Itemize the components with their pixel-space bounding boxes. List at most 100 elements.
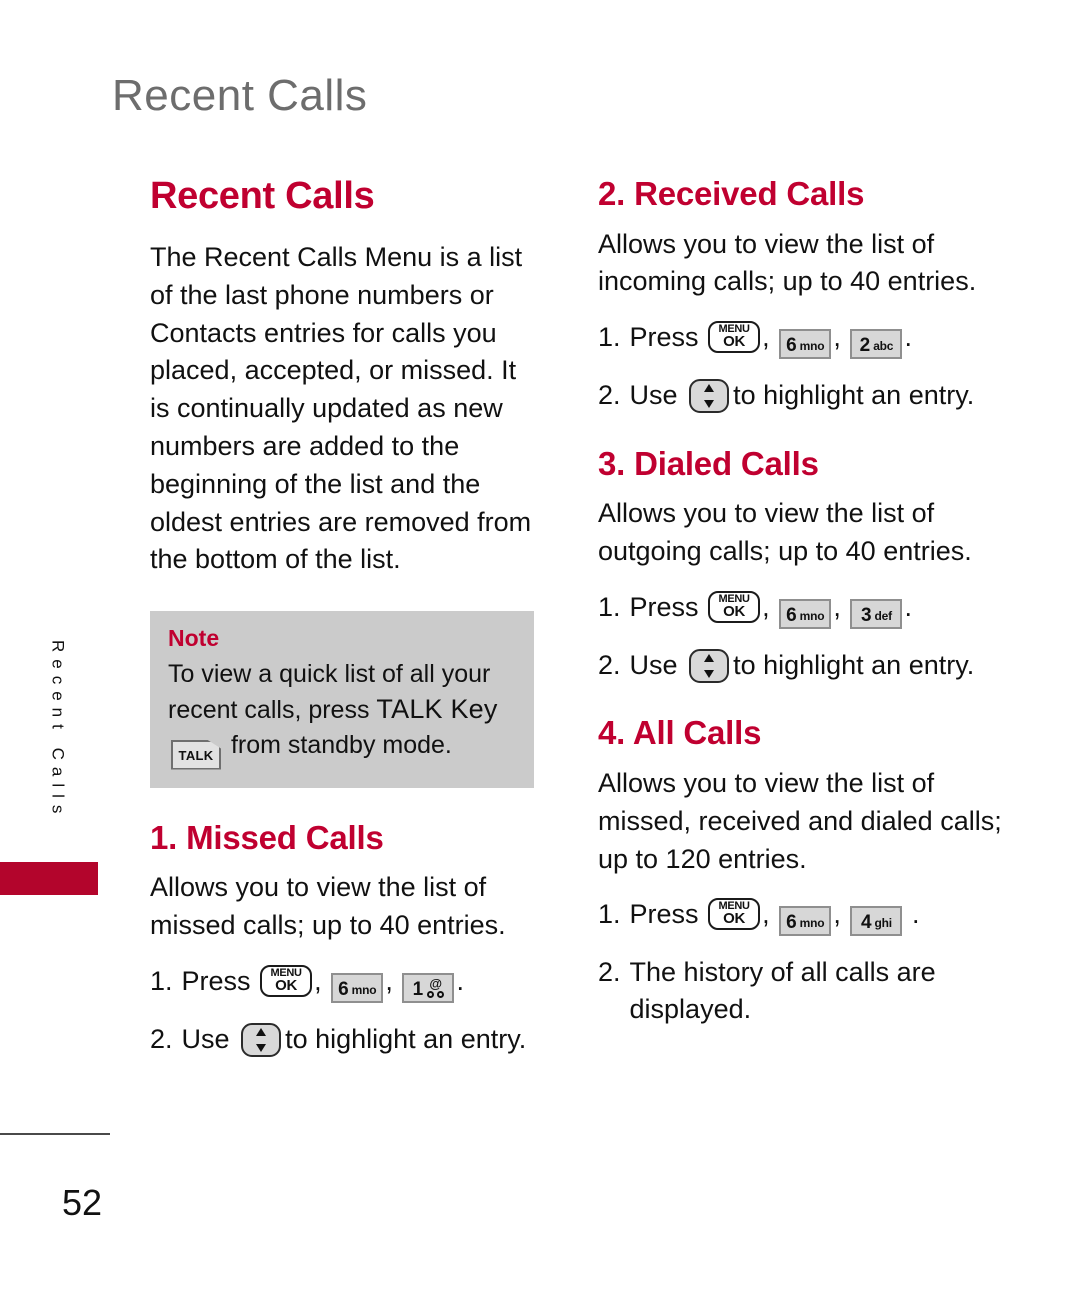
press-label: Press [181, 965, 259, 996]
six-mno-key-digit: 6 [786, 335, 797, 357]
step-body: The history of all calls are displayed. [629, 957, 936, 1024]
step-comma-2: , [385, 965, 393, 996]
at-symbol-icon: @ [429, 975, 443, 991]
section-title-all-calls: 4. All Calls [598, 714, 762, 752]
note-title: Note [168, 625, 220, 652]
step-number: 2. [598, 380, 621, 411]
section-title-dialed-calls: 3. Dialed Calls [598, 444, 819, 482]
received-calls-description: Allows you to view the list of incoming … [598, 228, 977, 297]
chapter-side-tab: Recent Calls [0, 640, 98, 900]
step-number: 1. [150, 965, 173, 996]
step-number: 2. [150, 1023, 173, 1054]
section-title-recent-calls: Recent Calls [150, 175, 375, 217]
dialed-calls-step-1: 1. Press MENU OK, 6 mno, 3 def. [598, 589, 1006, 629]
talk-key[interactable]: TALK [171, 739, 221, 770]
step-period: . [911, 899, 920, 930]
six-mno-key[interactable]: 6 mno [779, 329, 832, 360]
footer-divider [0, 1133, 110, 1135]
all-calls-step-2: 2. The history of all calls are displaye… [598, 954, 1006, 1027]
step-comma-2: , [833, 322, 841, 353]
six-mno-key-digit: 6 [786, 912, 797, 934]
step-body: Use to highlight an entry. [629, 377, 1006, 414]
step-number: 2. [598, 957, 621, 988]
menu-ok-key-bottom-label: OK [723, 333, 746, 351]
note-box: Note To view a quick list of all your re… [150, 611, 534, 788]
step-body: Use to highlight an entry. [630, 647, 1006, 683]
intro-paragraph: The Recent Calls Menu is a list of the l… [150, 242, 532, 575]
two-abc-key-letters: abc [873, 339, 894, 354]
navigation-up-down-key[interactable] [689, 379, 730, 414]
six-mno-key-letters: mno [351, 982, 377, 997]
received-calls-step-2: 2. Use to highlight an entry. [598, 377, 1006, 414]
received-calls-step-1: 1. Press MENU OK, 6 mno, 2 abc. [598, 319, 1006, 360]
missed-calls-step-2: 2. Use to highlight an entry. [150, 1021, 542, 1057]
highlight-entry-label: to highlight an entry. [285, 1023, 527, 1054]
page-running-header: Recent Calls [112, 71, 368, 120]
step-number: 1. [598, 322, 621, 353]
menu-ok-key-bottom-label: OK [723, 602, 746, 620]
four-ghi-key-digit: 4 [860, 912, 872, 934]
six-mno-key[interactable]: 6 mno [331, 972, 384, 1003]
use-label: Use [181, 1023, 238, 1054]
missed-calls-description: Allows you to view the list of missed ca… [150, 872, 506, 940]
navigation-up-down-key[interactable] [689, 648, 730, 683]
arrow-up-icon [704, 653, 715, 662]
four-ghi-key-letters: ghi [874, 916, 893, 931]
step-number: 1. [598, 591, 621, 622]
six-mno-key-letters: mno [799, 608, 825, 623]
use-label: Use [629, 380, 686, 411]
six-mno-key-digit: 6 [338, 978, 349, 1000]
note-text-emphasis: TALK Key [376, 693, 498, 724]
six-mno-key-digit: 6 [786, 604, 797, 626]
highlight-entry-label: to highlight an entry. [733, 649, 975, 680]
six-mno-key[interactable]: 6 mno [779, 598, 832, 629]
step-comma-2: , [833, 899, 841, 930]
step-comma-1: , [314, 965, 322, 996]
three-def-key-letters: def [874, 608, 893, 623]
menu-ok-key-bottom-label: OK [275, 976, 298, 994]
note-text: To view a quick list of all your recent … [168, 657, 516, 770]
six-mno-key-letters: mno [799, 339, 825, 354]
left-column: Recent Calls The Recent Calls Menu is a … [150, 175, 542, 1057]
step-period: . [904, 322, 912, 353]
step-comma-1: , [762, 591, 770, 622]
navigation-up-down-key[interactable] [241, 1022, 282, 1057]
arrow-down-icon [256, 1043, 267, 1052]
six-mno-key[interactable]: 6 mno [779, 906, 832, 937]
one-voicemail-key-digit: 1 [412, 978, 424, 1000]
right-column: 2. Received Calls Allows you to view the… [598, 176, 1006, 1027]
step-comma-2: , [833, 591, 841, 622]
arrow-up-icon [256, 1027, 267, 1036]
arrow-up-icon [704, 384, 715, 393]
two-abc-key[interactable]: 2 abc [850, 329, 903, 360]
arrow-down-icon [704, 400, 715, 409]
press-label: Press [629, 591, 707, 622]
step-number: 2. [598, 649, 621, 680]
menu-ok-key[interactable]: MENU OK [260, 964, 313, 997]
step-number: 1. [598, 899, 621, 930]
press-label: Press [629, 899, 707, 930]
use-label: Use [629, 649, 686, 680]
menu-ok-key[interactable]: MENU OK [708, 321, 761, 354]
step-comma-1: , [762, 899, 770, 930]
step-body: Press MENU OK, 6 mno, 4 ghi . [629, 896, 1006, 937]
chapter-side-tab-marker [0, 862, 98, 895]
step-body: Press MENU OK, 6 mno, 3 def. [630, 589, 1006, 629]
menu-ok-key[interactable]: MENU OK [708, 590, 761, 623]
three-def-key[interactable]: 3 def [850, 598, 903, 629]
all-calls-description: Allows you to view the list of missed, r… [598, 767, 1002, 874]
dialed-calls-step-2: 2. Use to highlight an entry. [598, 647, 1006, 683]
voicemail-icon: @ [427, 975, 445, 1002]
section-title-missed-calls: 1. Missed Calls [150, 818, 384, 856]
one-voicemail-key[interactable]: 1 @ [402, 972, 455, 1003]
chapter-side-tab-label: Recent Calls [48, 640, 68, 821]
menu-ok-key-bottom-label: OK [723, 910, 746, 928]
note-text-after: from standby mode. [224, 730, 452, 759]
all-calls-step-1: 1. Press MENU OK, 6 mno, 4 ghi . [598, 896, 1006, 937]
step-body: Press MENU OK, 6 mno, 2 abc. [629, 319, 1006, 360]
press-label: Press [629, 322, 707, 353]
page-number: 52 [62, 1182, 103, 1223]
menu-ok-key[interactable]: MENU OK [708, 898, 761, 931]
four-ghi-key[interactable]: 4 ghi [850, 906, 903, 937]
step-period: . [456, 965, 464, 996]
